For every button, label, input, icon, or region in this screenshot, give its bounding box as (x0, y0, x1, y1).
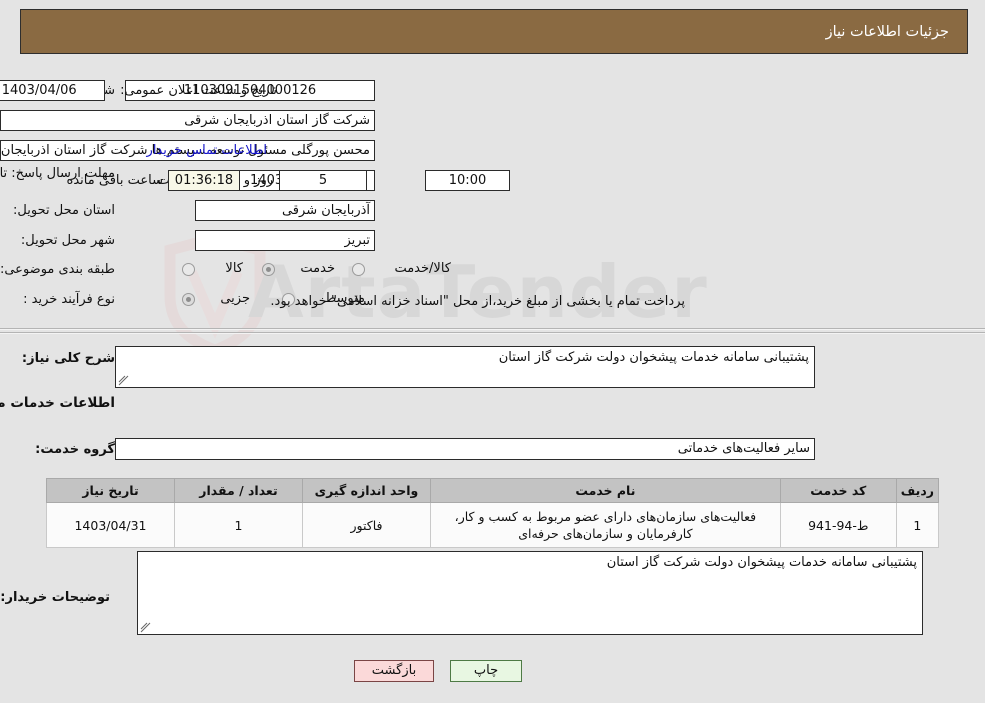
col-date: تاریخ نیاز (46, 478, 175, 503)
radio-category-kala[interactable] (182, 263, 195, 276)
radio-label-khedmat: خدمت (300, 261, 335, 276)
resize-handle-icon[interactable] (140, 621, 152, 633)
buyer-contact-link[interactable]: اطلاعات تماس خریدار (147, 140, 267, 161)
treasury-note: پرداخت تمام یا بخشی از مبلغ خرید،از محل … (270, 294, 685, 309)
description-value: پشتیبانی سامانه خدمات پیشخوان دولت شرکت … (498, 350, 809, 365)
days-remaining-value: 5 (279, 170, 367, 191)
table-row: 1 ط-94-941 فعالیت‌های سازمان‌های دارای ع… (46, 502, 940, 548)
header-bar: جزئیات اطلاعات نیاز (20, 9, 968, 54)
buyer-comments-value: پشتیبانی سامانه خدمات پیشخوان دولت شرکت … (606, 555, 917, 570)
resize-handle-icon[interactable] (118, 374, 130, 386)
label-process: نوع فرآیند خرید : (23, 292, 115, 307)
col-quantity: تعداد / مقدار (174, 478, 303, 503)
divider-bottom (0, 332, 985, 334)
label-category: طبقه بندی موضوعی: (0, 262, 115, 277)
cell-index: 1 (895, 502, 940, 548)
table-header-row: ردیف کد خدمت نام خدمت واحد اندازه گیری ت… (46, 478, 940, 503)
page-root: ArtaTender جزئیات اطلاعات نیاز شماره نیا… (0, 0, 985, 703)
radio-label-kala: کالا (225, 261, 243, 276)
description-textarea[interactable]: پشتیبانی سامانه خدمات پیشخوان دولت شرکت … (115, 346, 815, 388)
col-index: ردیف (895, 478, 940, 503)
services-table: ردیف کد خدمت نام خدمت واحد اندازه گیری ت… (46, 478, 940, 548)
radio-category-khedmat[interactable] (262, 263, 275, 276)
label-announce-datetime: تاریخ و ساعت اعلان عمومی: (120, 83, 277, 98)
label-province: استان محل تحویل: (13, 203, 115, 218)
province-value: آذربایجان شرقی (195, 200, 375, 221)
cell-unit: فاکتور (302, 502, 431, 548)
label-days: روز و (243, 173, 273, 188)
radio-label-jozee: جزیی (220, 291, 250, 306)
city-value: تبریز (195, 230, 375, 251)
deadline-time-value: 10:00 (425, 170, 510, 191)
col-unit: واحد اندازه گیری (302, 478, 431, 503)
cell-quantity: 1 (174, 502, 303, 548)
shield-icon (164, 236, 266, 354)
announce-datetime-value: 1403/04/06 - 07:43 (0, 80, 105, 101)
label-countdown: ساعت باقی مانده (66, 173, 163, 188)
label-buyer-comments: توضیحات خریدار: (0, 590, 110, 605)
cell-date: 1403/04/31 (46, 502, 175, 548)
cell-name: فعالیت‌های سازمان‌های دارای عضو مربوط به… (430, 502, 781, 548)
radio-process-jozee[interactable] (182, 293, 195, 306)
label-description: شرح کلی نیاز: (21, 351, 115, 366)
col-code: کد خدمت (779, 478, 897, 503)
col-name: نام خدمت (430, 478, 781, 503)
radio-label-kala-khedmat: کالا/خدمت (394, 261, 451, 276)
back-button[interactable]: بازگشت (354, 660, 434, 682)
buyer-org-value: شرکت گاز استان اذربایجان شرقی (0, 110, 375, 131)
divider-top (0, 328, 985, 330)
label-city: شهر محل تحویل: (20, 233, 115, 248)
services-section-title: اطلاعات خدمات مورد نیاز (0, 395, 115, 411)
countdown-value: 01:36:18 (168, 170, 240, 191)
page-title: جزئیات اطلاعات نیاز (825, 23, 949, 40)
radio-category-kala-khedmat[interactable] (352, 263, 365, 276)
print-button[interactable]: چاپ (450, 660, 522, 682)
cell-code: ط-94-941 (779, 502, 897, 548)
label-service-group: گروه خدمت: (35, 442, 115, 457)
service-group-value: سایر فعالیت‌های خدماتی (115, 438, 815, 460)
buyer-comments-textarea[interactable]: پشتیبانی سامانه خدمات پیشخوان دولت شرکت … (137, 551, 923, 635)
